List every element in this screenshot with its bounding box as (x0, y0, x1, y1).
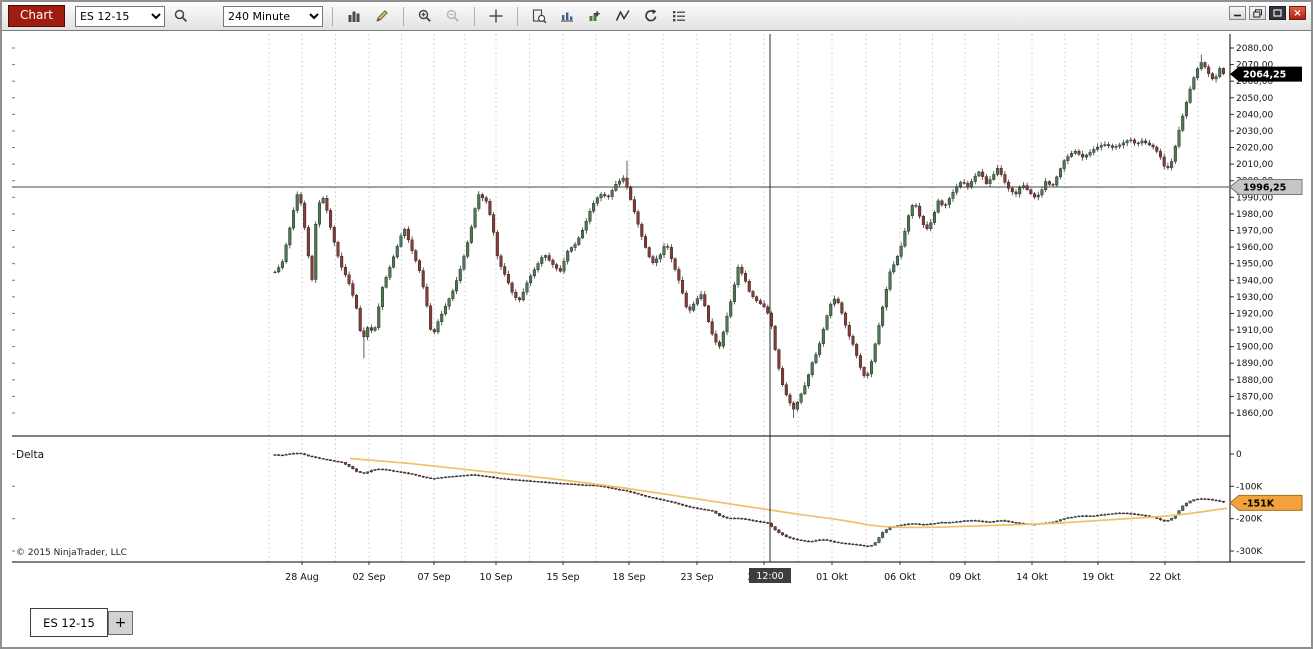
svg-text:28 Aug: 28 Aug (285, 572, 319, 583)
svg-text:19 Okt: 19 Okt (1082, 572, 1114, 583)
close-icon: × (1293, 7, 1302, 19)
svg-text:2040,00: 2040,00 (1236, 110, 1273, 120)
instrument-search-button[interactable] (169, 5, 193, 28)
instrument-select[interactable]: ES 12-15 (74, 5, 165, 27)
data-box-icon (532, 9, 547, 24)
window-title-tab[interactable]: Chart (8, 5, 65, 27)
svg-text:2064,25: 2064,25 (1243, 70, 1286, 81)
svg-text:1860,00: 1860,00 (1236, 409, 1273, 419)
delta-panel-label: Delta (16, 449, 44, 461)
svg-text:1900,00: 1900,00 (1236, 343, 1273, 353)
zoom-out-icon (446, 9, 459, 22)
toolbar-separator (473, 6, 475, 26)
properties-button[interactable] (667, 5, 691, 28)
restore-icon (1252, 8, 1262, 17)
search-icon (174, 9, 188, 23)
svg-text:1910,00: 1910,00 (1236, 326, 1273, 336)
restore-button[interactable] (1249, 6, 1266, 20)
svg-text:01 Okt: 01 Okt (816, 572, 848, 583)
crosshair-button[interactable] (484, 5, 508, 28)
chart-area[interactable]: 2080,00 2070,00 2060,00 2050,00 2040,00 2030,… (10, 32, 1307, 596)
indicator-add-button[interactable] (583, 5, 607, 28)
draw-pencil-icon (376, 10, 388, 22)
window-controls: × (1229, 6, 1306, 20)
interval-select[interactable]: 240 Minute (222, 5, 323, 27)
indicator-add-icon (589, 11, 600, 21)
svg-text:1970,00: 1970,00 (1236, 226, 1273, 236)
svg-text:1920,00: 1920,00 (1236, 309, 1273, 319)
maximize-button[interactable] (1269, 6, 1286, 20)
svg-text:1960,00: 1960,00 (1236, 243, 1273, 253)
svg-text:22 Okt: 22 Okt (1149, 572, 1181, 583)
workspace-tabbar: ES 12-15 + (2, 604, 1311, 647)
toolbar-separator (331, 6, 333, 26)
zoom-out-button[interactable] (441, 5, 465, 28)
svg-text:2010,00: 2010,00 (1236, 160, 1273, 170)
data-box-button[interactable] (527, 5, 551, 28)
svg-text:14 Okt: 14 Okt (1016, 572, 1048, 583)
tab-es-12-15[interactable]: ES 12-15 (30, 608, 108, 637)
svg-text:02 Sep: 02 Sep (352, 572, 385, 583)
svg-text:1880,00: 1880,00 (1236, 376, 1273, 386)
draw-tool-button[interactable] (370, 5, 394, 28)
toolbar: Chart ES 12-15 240 Minute × (2, 2, 1311, 31)
svg-text:0: 0 (1236, 450, 1242, 460)
svg-text:07 Sep: 07 Sep (417, 572, 450, 583)
copyright-label: © 2015 NinjaTrader, LLC (16, 548, 127, 558)
zigzag-button[interactable] (611, 5, 635, 28)
svg-text:2080,00: 2080,00 (1236, 44, 1273, 54)
svg-text:10 Sep: 10 Sep (479, 572, 512, 583)
chart-window: Chart ES 12-15 240 Minute × 2080,00 2070… (0, 0, 1313, 649)
svg-text:23 Sep: 23 Sep (680, 572, 713, 583)
crosshair-icon (489, 9, 503, 23)
minimize-button[interactable] (1229, 6, 1246, 20)
chart-style-icon (348, 11, 360, 22)
svg-text:2030,00: 2030,00 (1236, 127, 1273, 137)
svg-text:-151K: -151K (1243, 498, 1275, 509)
svg-text:1996,25: 1996,25 (1243, 182, 1286, 193)
zigzag-icon (615, 10, 630, 21)
indicator-panel-button[interactable] (555, 5, 579, 28)
svg-text:2050,00: 2050,00 (1236, 94, 1273, 104)
maximize-icon (1273, 9, 1282, 17)
toolbar-separator (402, 6, 404, 26)
svg-text:1930,00: 1930,00 (1236, 293, 1273, 303)
last-price-tag: 2064,25 (1230, 66, 1302, 82)
indicator-bars-icon (560, 12, 573, 22)
svg-text:1940,00: 1940,00 (1236, 276, 1273, 286)
svg-text:06 Okt: 06 Okt (884, 572, 916, 583)
svg-text:1950,00: 1950,00 (1236, 260, 1273, 270)
hline-price-tag: 1996,25 (1229, 178, 1303, 195)
svg-text:15 Sep: 15 Sep (546, 572, 579, 583)
svg-text:09 Okt: 09 Okt (949, 572, 981, 583)
close-button[interactable]: × (1289, 6, 1306, 20)
chart-style-button[interactable] (342, 5, 366, 28)
svg-text:1890,00: 1890,00 (1236, 359, 1273, 369)
svg-text:-300K: -300K (1236, 547, 1263, 557)
zoom-in-icon (418, 9, 431, 22)
add-tab-button[interactable]: + (108, 611, 133, 635)
svg-text:-200K: -200K (1236, 515, 1263, 525)
properties-icon (672, 11, 685, 22)
reload-icon (645, 9, 657, 22)
svg-text:18 Sep: 18 Sep (612, 572, 645, 583)
svg-text:1870,00: 1870,00 (1236, 392, 1273, 402)
svg-text:1980,00: 1980,00 (1236, 210, 1273, 220)
svg-text:-100K: -100K (1236, 482, 1263, 492)
reload-button[interactable] (639, 5, 663, 28)
chart-canvas: 2080,002070,002060,002050,002040,002030,… (12, 34, 1307, 596)
minimize-icon (1234, 14, 1241, 17)
crosshair-time-label: 12:00 (756, 571, 783, 582)
zoom-in-button[interactable] (413, 5, 437, 28)
svg-text:2020,00: 2020,00 (1236, 144, 1273, 154)
delta-value-tag: -151K (1229, 494, 1303, 511)
toolbar-separator (516, 6, 518, 26)
